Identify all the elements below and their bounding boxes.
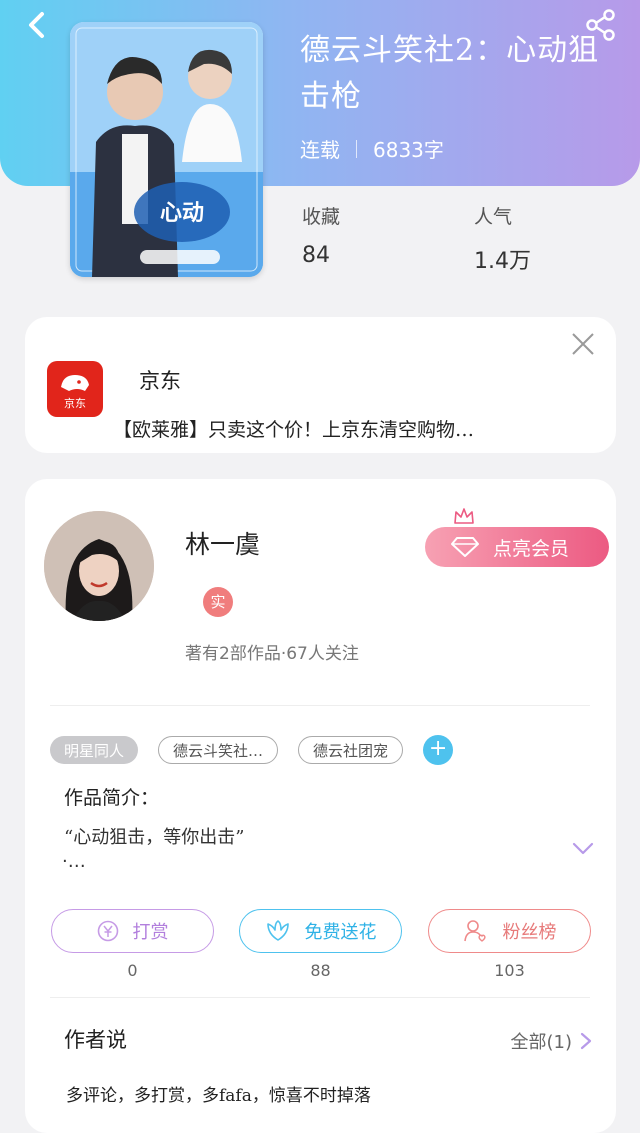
ad-description: 【欧莱雅】只卖这个价！上京东清空购物… [113,419,475,441]
send-flower-label: 免费送花 [304,922,377,943]
send-flower-button[interactable]: 免费送花 [239,909,402,953]
back-button[interactable] [22,10,52,40]
author-says-all-link[interactable]: 全部(1) [511,1028,595,1054]
author-meta: 著有2部作品·67人关注 [185,644,359,664]
tip-button[interactable]: 打赏 [51,909,214,953]
word-count: 6833字 [373,138,444,162]
favorites-label: 收藏 [302,206,341,228]
serial-status: 连载 [300,138,340,162]
book-cover-art: 心动 [70,22,263,277]
book-status-row: 连载 6833字 [300,134,444,163]
flower-count: 88 [310,961,331,980]
crown-icon [454,508,474,524]
tag-item[interactable]: 明星同人 [50,736,139,764]
svg-text:心动: 心动 [160,201,204,226]
fan-icon [463,920,486,942]
divider [50,997,590,998]
plus-icon: + [428,736,448,761]
status-divider [356,139,357,158]
divider [50,705,590,706]
vip-button-label: 点亮会员 [493,537,570,560]
tag-item[interactable]: 德云社团宠 [298,736,404,764]
tip-count: 0 [127,961,138,980]
ad-card[interactable]: 京东 京东 【欧莱雅】只卖这个价！上京东清空购物… [25,317,616,453]
intro-ellipsis: ·… [62,851,86,872]
fan-count: 103 [494,961,525,980]
back-icon [29,12,44,38]
favorites-stat: 收藏 84 [302,202,340,268]
popularity-label: 人气 [474,206,513,228]
intro-title: 作品简介： [64,787,160,809]
chevron-right-icon [580,1032,592,1050]
jd-logo: 京东 [47,361,103,417]
jd-dog-icon: 京东 [61,375,89,410]
add-tag-button[interactable]: + [423,735,454,765]
popularity-value: 1.4万 [474,249,531,274]
popularity-stat: 人气 1.4万 [474,202,531,275]
author-says-title: 作者说 [64,1028,127,1052]
book-title: 德云斗笑社2：心动狙击枪 [300,33,600,114]
avatar[interactable] [44,511,154,621]
ad-close-button[interactable] [570,331,596,357]
yen-icon [97,920,118,942]
diamond-icon [451,537,479,557]
tag-list: 明星同人 德云斗笑社… 德云社团宠 + [50,735,454,765]
author-avatar-image [44,511,154,621]
expand-intro-button[interactable] [572,841,594,855]
favorites-value: 84 [302,243,330,268]
vip-button[interactable]: 点亮会员 [425,527,609,567]
intro-text: “心动狙击，等你出击” [64,827,245,848]
flower-icon [266,920,289,941]
fan-ranking-label: 粉丝榜 [502,922,557,943]
tag-item[interactable]: 德云斗笑社… [158,736,279,764]
author-says-text: 多评论，多打赏，多fafa，惊喜不时掉落 [66,1086,371,1106]
close-icon [572,333,594,355]
jd-logo-text: 京东 [64,396,86,410]
all-link-label: 全部(1) [510,1032,573,1053]
tip-button-label: 打赏 [132,922,169,943]
author-name[interactable]: 林一虞 [185,525,260,561]
author-info-card: 林一虞 实 著有2部作品·67人关注 点亮会员 明星同人 德云斗笑社… 德云社团… [25,479,616,1133]
ad-app-name: 京东 [139,369,181,393]
chevron-down-icon [572,842,594,855]
book-cover[interactable]: 心动 [70,22,263,277]
fan-ranking-button[interactable]: 粉丝榜 [428,909,591,953]
verified-badge: 实 [203,587,233,617]
